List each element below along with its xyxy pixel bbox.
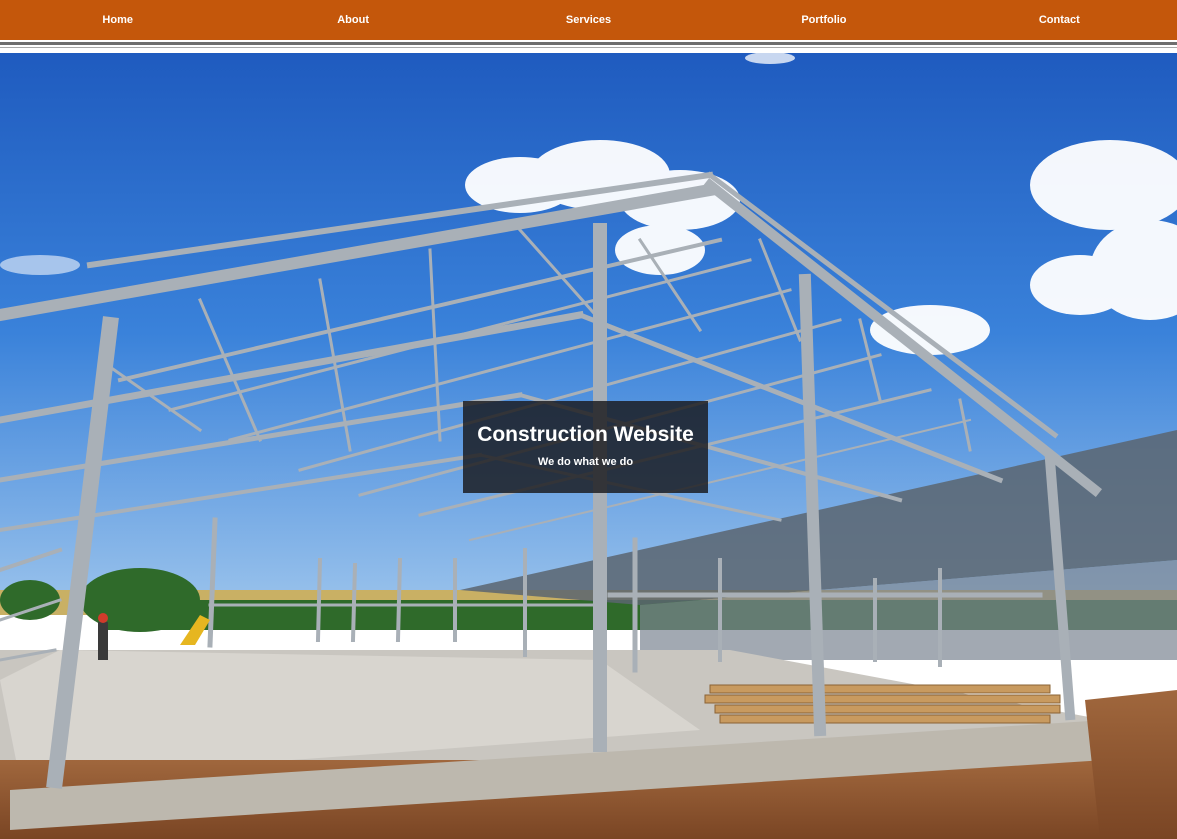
- nav-divider: [0, 40, 1177, 53]
- nav-home[interactable]: Home: [0, 0, 235, 40]
- hero-title: Construction Website: [477, 423, 694, 446]
- nav-contact[interactable]: Contact: [942, 0, 1177, 40]
- nav-about[interactable]: About: [235, 0, 470, 40]
- hero-section: Construction Website We do what we do: [0, 53, 1177, 839]
- nav-services[interactable]: Services: [471, 0, 706, 40]
- main-navigation: Home About Services Portfolio Contact: [0, 0, 1177, 40]
- nav-portfolio[interactable]: Portfolio: [706, 0, 941, 40]
- hero-caption-box: Construction Website We do what we do: [463, 401, 708, 493]
- hero-subtitle: We do what we do: [537, 456, 634, 468]
